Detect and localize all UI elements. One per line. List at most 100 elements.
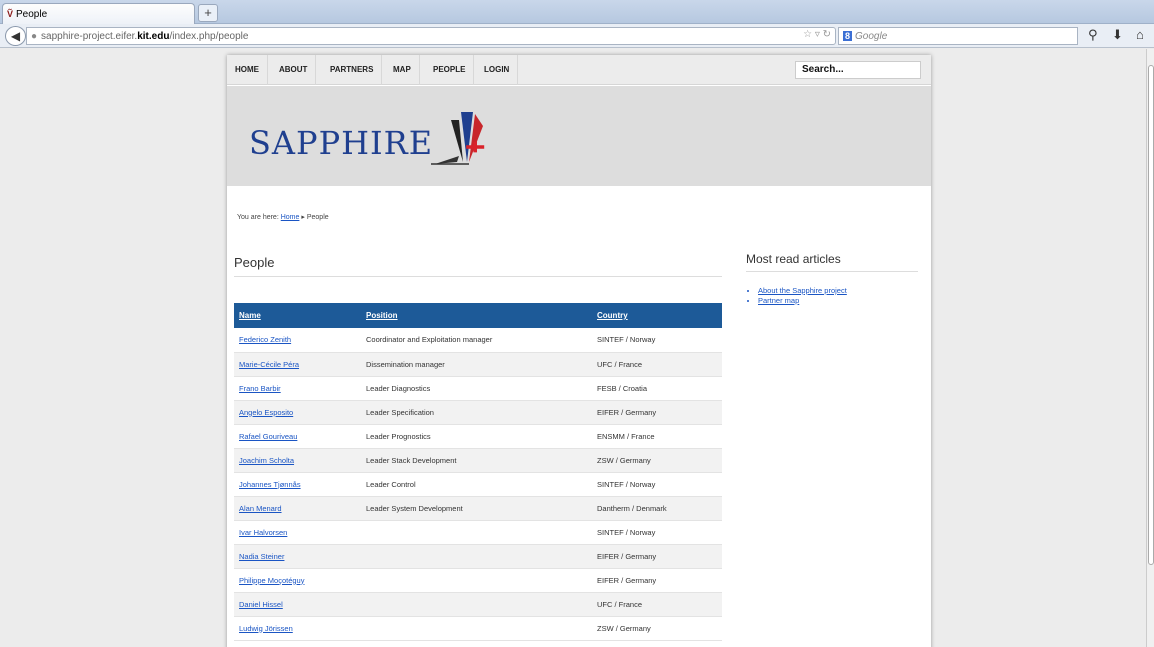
breadcrumb-prefix: You are here:	[237, 214, 279, 221]
vertical-scrollbar[interactable]	[1146, 49, 1154, 647]
table-row: Alan Menard Leader System Development Dant…	[234, 496, 722, 521]
url-prefix: sapphire-project.eifer.	[41, 30, 138, 42]
page-container: HOME ABOUT PARTNERS MAP PEOPLE LOGIN Sea…	[227, 55, 931, 647]
table-row: Johannes Tjønnås Leader Control SINTEF / N…	[234, 472, 722, 497]
person-position: Leader Specification	[361, 400, 592, 425]
search-icon[interactable]: ⚲	[1088, 27, 1098, 43]
url-path: /index.php/people	[169, 30, 249, 42]
sapphire-gem-icon	[431, 112, 485, 165]
browser-nav-bar: ◀ ● sapphire-project.eifer. kit.edu/index…	[0, 24, 1154, 48]
person-position	[361, 568, 592, 593]
table-row: Federico Zenith Coordinator and Exploitat…	[234, 328, 722, 353]
back-arrow-icon: ◀	[10, 29, 21, 43]
sidebar-title: Most read articles	[746, 252, 918, 272]
person-country: UFC / France	[592, 352, 722, 377]
table-row: Frano Barbir Leader Diagnostics FESB / Cro…	[234, 376, 722, 401]
breadcrumb-home-link[interactable]: Home	[281, 214, 300, 221]
home-icon[interactable]: ⌂	[1136, 27, 1144, 42]
column-header-position[interactable]: Position	[361, 303, 592, 328]
breadcrumb-current: People	[306, 214, 329, 221]
person-country: FESB / Croatia	[592, 376, 722, 401]
logo-text: SAPPHIRE	[249, 124, 434, 162]
person-country: UFC / France	[592, 592, 722, 617]
bookmark-star-icon[interactable]: ☆ ▿ ↻	[803, 29, 831, 40]
person-position: Leader Control	[361, 472, 592, 497]
page-viewport: HOME ABOUT PARTNERS MAP PEOPLE LOGIN Sea…	[0, 49, 1146, 647]
table-row: Marie-Cécile Péra Dissemination manager UF…	[234, 352, 722, 377]
breadcrumb: You are here: Home ▸ People	[237, 213, 329, 221]
person-name-link[interactable]: Ivar Halvorsen	[234, 520, 361, 545]
person-name-link[interactable]: Angelo Esposito	[234, 400, 361, 425]
person-position: Dissemination manager	[361, 352, 592, 377]
nav-home[interactable]: HOME	[227, 55, 268, 85]
person-country: EIFER / Germany	[592, 568, 722, 593]
person-name-link[interactable]: Rafael Gouriveau	[234, 424, 361, 449]
person-name-link[interactable]: Alan Menard	[234, 496, 361, 521]
person-position	[361, 520, 592, 545]
browser-tab-bar: Ṽ People +	[0, 0, 1154, 24]
browser-search-box[interactable]: 8 Google	[838, 27, 1078, 45]
person-country: SINTEF / Norway	[592, 520, 722, 545]
site-nav: HOME ABOUT PARTNERS MAP PEOPLE LOGIN Sea…	[227, 55, 931, 85]
column-header-name[interactable]: Name	[234, 303, 361, 328]
person-country: ENSMM / France	[592, 424, 722, 449]
nav-login[interactable]: LOGIN	[476, 55, 519, 85]
person-name-link[interactable]: Frano Barbir	[234, 376, 361, 401]
sidebar-link-partner-map[interactable]: Partner map	[758, 296, 918, 306]
table-row: Rafael Gouriveau Leader Prognostics ENSMM …	[234, 424, 722, 449]
site-search-input[interactable]: Search...	[795, 61, 921, 79]
sidebar-link-about[interactable]: About the Sapphire project	[758, 286, 918, 296]
person-name-link[interactable]: Federico Zenith	[234, 328, 361, 353]
person-name-link[interactable]: Nadia Steiner	[234, 544, 361, 569]
most-read-list: About the Sapphire project Partner map	[746, 286, 918, 306]
person-name-link[interactable]: Joachim Scholta	[234, 448, 361, 473]
person-country: EIFER / Germany	[592, 544, 722, 569]
globe-icon: ●	[31, 30, 38, 42]
table-row: Nadia Steiner EIFER / Germany	[234, 544, 722, 569]
table-header-row: Name Position Country	[234, 303, 722, 328]
breadcrumb-separator-icon: ▸	[301, 214, 305, 221]
person-position	[361, 544, 592, 569]
search-engine-placeholder: Google	[855, 30, 888, 42]
nav-people[interactable]: PEOPLE	[425, 55, 475, 85]
person-country: SINTEF / Norway	[592, 472, 722, 497]
scrollbar-thumb[interactable]	[1148, 65, 1154, 565]
browser-tab[interactable]: Ṽ People	[2, 3, 195, 24]
sidebar: Most read articles About the Sapphire pr…	[746, 252, 918, 306]
person-name-link[interactable]: Philippe Moçotéguy	[234, 568, 361, 593]
person-country: ZSW / Germany	[592, 448, 722, 473]
person-name-link[interactable]: Ludwig Jörissen	[234, 616, 361, 641]
person-name-link[interactable]: Johannes Tjønnås	[234, 472, 361, 497]
new-tab-button[interactable]: +	[198, 4, 218, 22]
site-banner: SAPPHIRE	[227, 86, 931, 186]
table-row: Ludwig Jörissen ZSW / Germany	[234, 616, 722, 641]
table-row: Philippe Moçotéguy EIFER / Germany	[234, 568, 722, 593]
person-position: Leader Diagnostics	[361, 376, 592, 401]
person-position	[361, 616, 592, 641]
nav-map[interactable]: MAP	[385, 55, 420, 85]
column-header-country[interactable]: Country	[592, 303, 722, 328]
person-position: Coordinator and Exploitation manager	[361, 328, 592, 353]
page-title: People	[234, 255, 722, 277]
address-bar[interactable]: ● sapphire-project.eifer. kit.edu/index.p…	[26, 27, 836, 45]
tab-title: People	[16, 8, 48, 20]
person-position: Leader Stack Development	[361, 448, 592, 473]
person-name-link[interactable]: Marie-Cécile Péra	[234, 352, 361, 377]
person-position: Leader Prognostics	[361, 424, 592, 449]
table-row: Ivar Halvorsen SINTEF / Norway	[234, 520, 722, 545]
nav-about[interactable]: ABOUT	[271, 55, 317, 85]
nav-partners[interactable]: PARTNERS	[322, 55, 383, 85]
back-button[interactable]: ◀	[5, 26, 26, 46]
people-table: Name Position Country Federico Zenith Coo…	[234, 303, 722, 641]
google-icon: 8	[843, 31, 853, 41]
table-row: Joachim Scholta Leader Stack Development Z…	[234, 448, 722, 473]
person-country: SINTEF / Norway	[592, 328, 722, 353]
table-row: Angelo Esposito Leader Specification EIFER…	[234, 400, 722, 425]
person-position: Leader System Development	[361, 496, 592, 521]
site-favicon-icon: Ṽ	[7, 9, 14, 19]
person-country: Dantherm / Denmark	[592, 496, 722, 521]
person-name-link[interactable]: Daniel Hissel	[234, 592, 361, 617]
download-icon[interactable]: ⬇	[1112, 27, 1123, 43]
person-position	[361, 592, 592, 617]
person-country: EIFER / Germany	[592, 400, 722, 425]
